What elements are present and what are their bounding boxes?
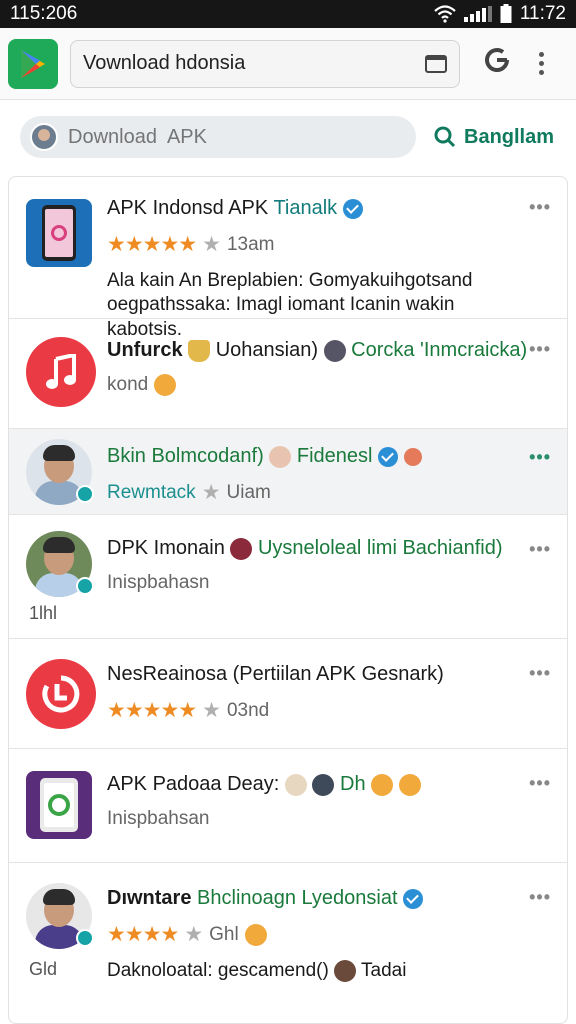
battery-icon [500, 4, 512, 23]
app-subtitle: Inispbahsan [107, 808, 210, 829]
smiley-icon [244, 923, 267, 946]
avatar [323, 339, 346, 362]
status-time-left: 115:206 [10, 3, 78, 24]
search-bar[interactable] [20, 116, 416, 158]
list-item[interactable]: Gld Dıwntare Bhclinoagn Lyedonsiat ★★★★ … [9, 863, 567, 1023]
app-description: Daknoloatal: gescamend() Tadai [107, 959, 407, 982]
star-rating-icon: ★★★★ [107, 923, 179, 946]
smiley-icon [398, 773, 421, 796]
more-icon[interactable]: ••• [529, 773, 551, 794]
list-item[interactable]: 1lhl DPK Imonain Uysneloleal limi Bachia… [9, 515, 567, 639]
list-item[interactable]: NesReainosa (Pertiilan APK Gesnark) ★★★★… [9, 639, 567, 749]
app-bar: Vownload hdonsia [0, 28, 576, 100]
search-row: Bangllam [0, 112, 576, 162]
app-title: Bkin Bolmcodanf) Fidenesl [107, 445, 529, 468]
phone-app-icon [26, 771, 92, 839]
app-title: APK Indonsd APK Tianalk [107, 197, 529, 220]
tabs-icon[interactable] [425, 54, 447, 73]
more-icon[interactable]: ••• [529, 339, 551, 360]
avatar [269, 445, 292, 468]
search-icon [434, 126, 456, 148]
list-item[interactable]: APK Padoaa Deay: Dh Inispbahsan ••• [9, 749, 567, 863]
star-icon: ★ [202, 233, 221, 256]
address-bar[interactable]: Vownload hdonsia [70, 39, 460, 88]
smiley-icon [371, 773, 394, 796]
list-item[interactable]: Bkin Bolmcodanf) Fidenesl Rewmtack ★ Uia… [9, 429, 567, 515]
star-icon: ★ [184, 923, 204, 946]
more-icon[interactable]: ••• [529, 539, 551, 560]
status-bar: 115:206 11:72 [0, 0, 576, 28]
more-icon[interactable]: ••• [529, 197, 551, 218]
star-icon: ★ [202, 699, 221, 722]
avatar [26, 531, 94, 597]
emoji-icon [403, 447, 422, 466]
more-icon[interactable]: ••• [529, 663, 551, 684]
verified-icon [342, 198, 363, 219]
verified-icon [76, 929, 94, 947]
timer-app-icon [26, 659, 96, 729]
wifi-icon [434, 5, 456, 23]
list-item[interactable]: APK Indonsd APK Tianalk ★★★★★ ★ 13am Ala… [9, 177, 567, 340]
signal-icon [463, 6, 492, 22]
app-subtitle: Rewmtack ★ Uiam [107, 481, 271, 504]
verified-icon [378, 446, 399, 467]
thumb-label: Gld [29, 959, 58, 979]
app-subtitle: kond [107, 374, 529, 396]
avatar [230, 537, 253, 560]
search-action-label: Bangllam [464, 125, 555, 148]
google-icon[interactable] [482, 46, 512, 81]
more-icon[interactable]: ••• [529, 887, 551, 908]
avatar [26, 439, 94, 505]
app-title: APK Padoaa Deay: Dh [107, 773, 529, 796]
star-rating-icon: ★★★★★ [107, 699, 197, 722]
thumb-label: 1lhl [29, 603, 58, 623]
app-title: Dıwntare Bhclinoagn Lyedonsiat [107, 887, 529, 910]
avatar [334, 959, 357, 982]
app-title: Unfurck Uohansian) Corcka 'Inmcraicka) [107, 339, 528, 362]
rating: ★★★★ ★ Ghl [107, 922, 529, 947]
menu-kebab-icon[interactable] [536, 52, 546, 75]
verified-icon [403, 888, 424, 909]
results-list: APK Indonsd APK Tianalk ★★★★★ ★ 13am Ala… [8, 176, 568, 1024]
app-title: NesReainosa (Pertiilan APK Gesnark) [107, 663, 444, 685]
verified-icon [76, 485, 94, 503]
bell-icon [188, 339, 211, 362]
verified-icon [76, 577, 94, 595]
smiley-icon [154, 374, 177, 396]
star-rating-icon: ★★★★★ [107, 233, 197, 256]
avatar [312, 773, 335, 796]
url-text: Vownload hdonsia [83, 52, 246, 74]
avatar [26, 883, 94, 949]
rating: ★★★★★ ★ 13am [107, 233, 275, 256]
list-item[interactable]: Unfurck Uohansian) Corcka 'Inmcraicka) k… [9, 319, 567, 429]
more-icon[interactable]: ••• [529, 447, 551, 468]
search-input[interactable] [68, 125, 398, 149]
search-action-button[interactable]: Bangllam [434, 126, 554, 149]
music-note-icon [26, 337, 96, 407]
play-store-icon[interactable] [8, 38, 58, 89]
rating: ★★★★★ ★ 03nd [107, 699, 270, 722]
app-title: DPK Imonain Uysneloleal limi Bachianfid) [107, 537, 503, 560]
avatar[interactable] [30, 123, 58, 151]
phone-app-icon [26, 199, 92, 267]
status-time-right: 11:72 [519, 3, 566, 24]
star-icon: ★ [201, 481, 221, 504]
avatar [284, 773, 307, 796]
app-subtitle: Inispbahasn [107, 572, 210, 593]
